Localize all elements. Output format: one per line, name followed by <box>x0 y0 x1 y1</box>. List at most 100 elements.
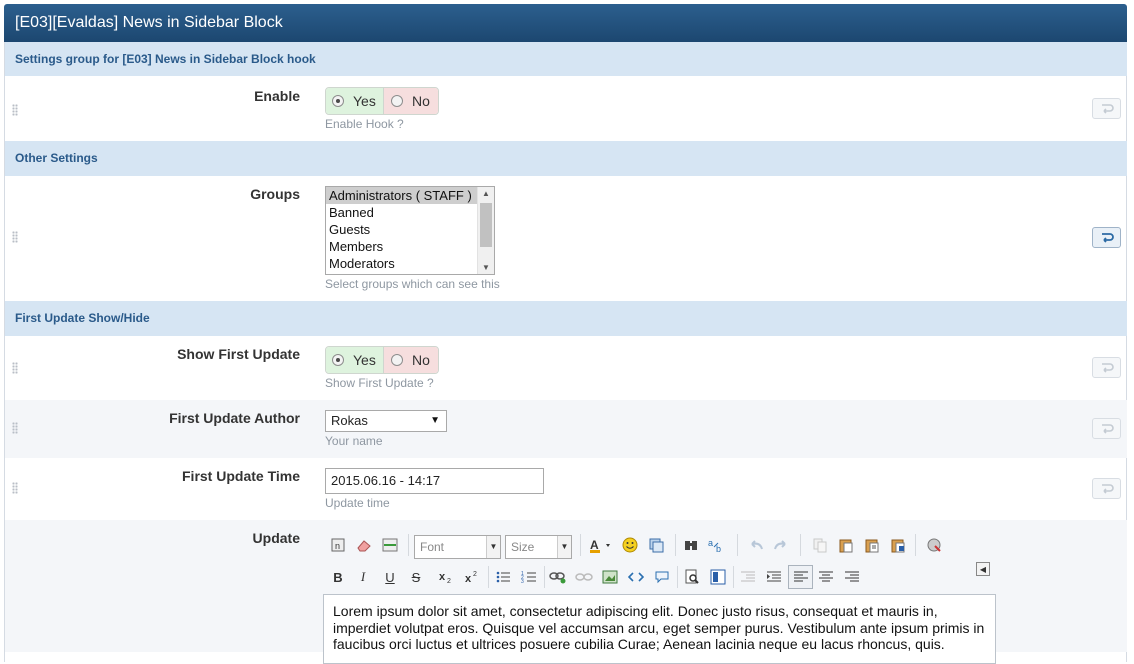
svg-text:b: b <box>716 544 721 553</box>
show-first-yes-option[interactable]: Yes <box>326 347 384 373</box>
link-icon[interactable] <box>547 566 569 588</box>
toolbar-separator <box>915 534 916 556</box>
toolbar-separator <box>580 534 581 556</box>
align-left-icon[interactable] <box>788 565 813 589</box>
revert-icon <box>1101 362 1114 373</box>
window-title: [E03][Evaldas] News in Sidebar Block <box>4 4 1127 42</box>
enable-no-option[interactable]: No <box>384 88 438 114</box>
groups-option[interactable]: Banned <box>326 204 494 221</box>
grip-icon[interactable] <box>12 422 18 434</box>
align-right-icon[interactable] <box>841 566 863 588</box>
author-label: First Update Author <box>169 410 300 426</box>
revert-groups-button[interactable] <box>1092 227 1121 248</box>
groups-option[interactable]: Members <box>326 238 494 255</box>
grip-icon[interactable] <box>12 482 18 494</box>
groups-option[interactable]: Moderators <box>326 255 494 272</box>
font-combo[interactable]: Font ▼ <box>414 535 501 559</box>
revert-time-button[interactable] <box>1092 478 1121 499</box>
find-icon[interactable] <box>680 534 702 556</box>
enable-yes-no: Yes No <box>325 87 439 115</box>
groups-label: Groups <box>250 186 300 202</box>
toolbar-separator <box>675 534 676 556</box>
media-icon[interactable] <box>645 534 667 556</box>
toolbar-separator <box>677 566 678 588</box>
show-first-description: Show First Update ? <box>325 376 434 390</box>
scroll-down-icon[interactable]: ▼ <box>482 263 490 272</box>
update-editor[interactable]: Lorem ipsum dolor sit amet, consectetur … <box>323 594 996 664</box>
redo-icon[interactable] <box>770 534 792 556</box>
eraser-icon[interactable] <box>353 534 375 556</box>
numbered-list-icon[interactable]: 123 <box>518 566 540 588</box>
paste-word-icon[interactable] <box>887 534 909 556</box>
toolbar-separator <box>737 534 738 556</box>
svg-text:n: n <box>335 541 340 551</box>
revert-enable-button[interactable] <box>1092 98 1121 119</box>
groups-option[interactable]: Administrators ( STAFF ) <box>326 187 494 204</box>
enable-label: Enable <box>254 88 300 104</box>
underline-button[interactable]: U <box>379 566 401 588</box>
code-icon[interactable] <box>625 566 647 588</box>
scroll-up-icon[interactable]: ▲ <box>482 189 490 198</box>
svg-text:2: 2 <box>447 578 451 584</box>
remove-format-icon[interactable] <box>923 534 945 556</box>
radio-icon[interactable] <box>332 354 344 366</box>
chevron-down-icon[interactable]: ▼ <box>557 536 571 558</box>
row-groups: Groups Administrators ( STAFF ) Banned G… <box>5 176 1127 301</box>
time-description: Update time <box>325 496 390 510</box>
paste-icon[interactable] <box>835 534 857 556</box>
groups-scrollbar[interactable]: ▲ ▼ <box>477 187 494 274</box>
show-first-no-option[interactable]: No <box>384 347 438 373</box>
horizontal-rule-icon[interactable] <box>379 534 401 556</box>
superscript-icon[interactable]: x2 <box>461 566 483 588</box>
image-icon[interactable] <box>599 566 621 588</box>
size-combo[interactable]: Size ▼ <box>505 535 572 559</box>
copy-icon[interactable] <box>809 534 831 556</box>
quote-icon[interactable] <box>651 566 673 588</box>
bold-button[interactable]: B <box>327 566 349 588</box>
grip-icon[interactable] <box>12 231 18 243</box>
radio-icon[interactable] <box>391 95 403 107</box>
svg-text:a: a <box>708 538 713 548</box>
groups-option[interactable]: Guests <box>326 221 494 238</box>
paste-text-icon[interactable] <box>861 534 883 556</box>
toolbar-separator <box>800 534 801 556</box>
revert-icon <box>1101 423 1114 434</box>
italic-button[interactable]: I <box>352 566 374 588</box>
outdent-icon[interactable] <box>737 566 759 588</box>
strikethrough-button[interactable]: S <box>405 566 427 588</box>
row-first-update-time: First Update Time 2015.06.16 - 14:17 Upd… <box>5 458 1127 520</box>
groups-listbox[interactable]: Administrators ( STAFF ) Banned Guests M… <box>325 186 495 275</box>
scrollbar-thumb[interactable] <box>480 203 492 247</box>
chevron-down-icon[interactable]: ▼ <box>486 536 500 558</box>
time-input[interactable]: 2015.06.16 - 14:17 <box>325 468 544 494</box>
subscript-icon[interactable]: x2 <box>435 566 457 588</box>
undo-icon[interactable] <box>745 534 767 556</box>
source-icon[interactable]: n <box>327 534 349 556</box>
text-color-icon[interactable]: A <box>587 534 615 556</box>
unlink-icon[interactable] <box>573 566 595 588</box>
collapse-toolbar-icon[interactable]: ◀ <box>976 562 990 576</box>
grip-icon[interactable] <box>12 362 18 374</box>
row-show-first-update: Show First Update Yes No Show First Upda… <box>5 336 1127 400</box>
grip-icon[interactable] <box>12 104 18 116</box>
section-header-other: Other Settings <box>5 141 1127 176</box>
revert-author-button[interactable] <box>1092 418 1121 439</box>
smiley-icon[interactable] <box>619 534 641 556</box>
enable-yes-option[interactable]: Yes <box>326 88 384 114</box>
groups-description: Select groups which can see this <box>325 277 500 291</box>
radio-icon[interactable] <box>391 354 403 366</box>
radio-icon[interactable] <box>332 95 344 107</box>
indent-icon[interactable] <box>763 566 785 588</box>
toolbar-separator <box>733 566 734 588</box>
replace-icon[interactable]: ab <box>706 534 728 556</box>
author-select[interactable]: Rokas ▼ <box>325 410 447 432</box>
bullet-list-icon[interactable] <box>492 566 514 588</box>
preview-icon[interactable] <box>681 566 703 588</box>
revert-icon <box>1101 103 1114 114</box>
section-header-hook: Settings group for [E03] News in Sidebar… <box>5 42 1127 76</box>
revert-show-first-button[interactable] <box>1092 357 1121 378</box>
align-center-icon[interactable] <box>815 566 837 588</box>
template-icon[interactable] <box>707 566 729 588</box>
toolbar-separator <box>544 566 545 588</box>
row-first-update-author: First Update Author Rokas ▼ Your name <box>5 400 1127 458</box>
